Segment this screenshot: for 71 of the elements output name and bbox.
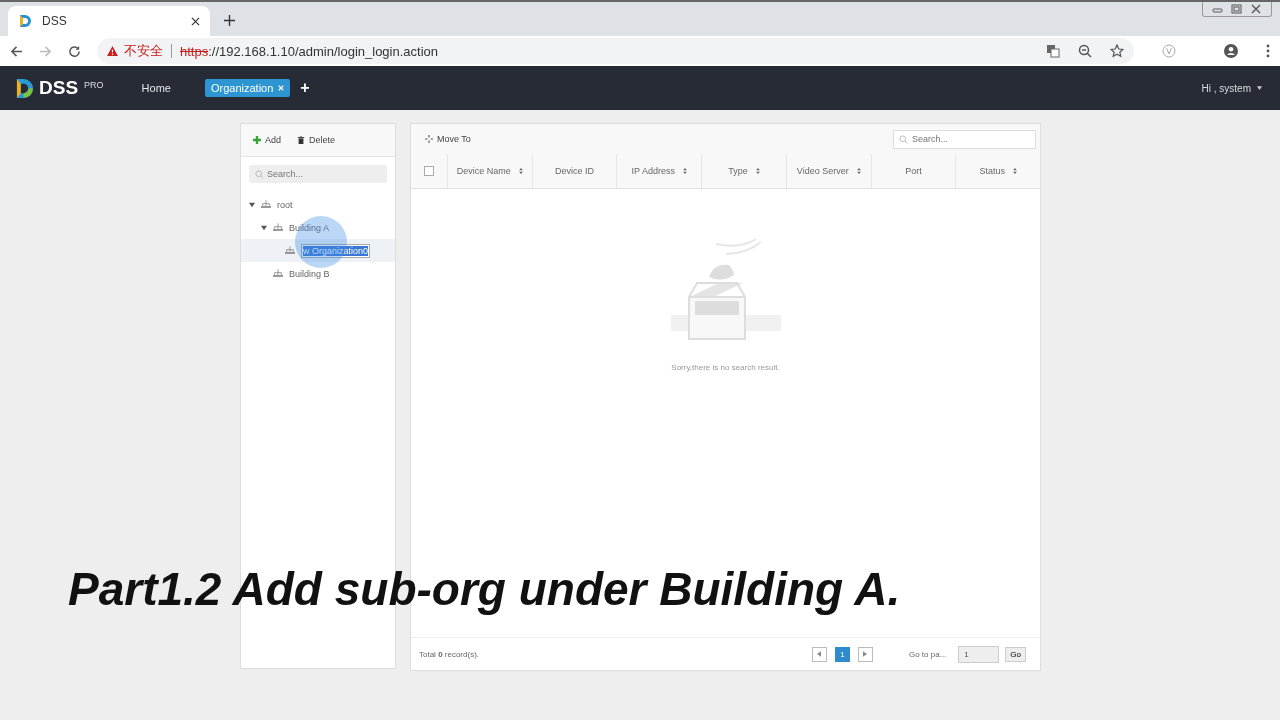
tab-title: DSS bbox=[42, 14, 68, 28]
menu-icon[interactable] bbox=[1266, 44, 1270, 58]
page-input[interactable]: 1 bbox=[958, 645, 1000, 663]
org-icon bbox=[261, 200, 271, 209]
translate-icon[interactable] bbox=[1046, 44, 1060, 58]
search-field[interactable]: Search... bbox=[893, 129, 1036, 149]
node-label: Building A bbox=[289, 222, 330, 233]
go-to-page-label: Go to pa... bbox=[908, 649, 947, 659]
logo-text: DSS bbox=[39, 77, 79, 99]
record-count: Total 0 record(s). bbox=[419, 649, 480, 659]
org-icon bbox=[273, 269, 283, 278]
caret-icon[interactable] bbox=[1257, 86, 1262, 90]
search-icon bbox=[899, 134, 908, 144]
right-arrow-icon bbox=[863, 651, 868, 657]
sort-icon[interactable] bbox=[856, 168, 861, 174]
new-tab-icon[interactable] bbox=[224, 15, 235, 26]
search-icon bbox=[255, 170, 264, 179]
tree-node[interactable]: Building B bbox=[241, 262, 395, 285]
zoom-out-icon[interactable] bbox=[1078, 44, 1092, 58]
add-button[interactable]: Add bbox=[253, 135, 281, 145]
security-label: 不安全 bbox=[124, 42, 163, 60]
browser-tab[interactable]: DSS bbox=[8, 6, 210, 36]
column-header[interactable]: Device ID bbox=[531, 154, 617, 188]
logo-icon bbox=[18, 14, 32, 28]
left-arrow-icon bbox=[817, 651, 822, 657]
tree-node[interactable]: Building A bbox=[241, 216, 395, 239]
column-header[interactable]: Port bbox=[870, 154, 956, 188]
move-to-button[interactable]: Move To bbox=[425, 134, 471, 144]
star-icon[interactable] bbox=[1110, 44, 1124, 58]
delete-button[interactable]: Delete bbox=[297, 135, 336, 145]
column-header[interactable]: Video Server bbox=[785, 154, 871, 188]
previous-page-button[interactable] bbox=[811, 646, 827, 662]
column-header[interactable]: Status bbox=[955, 154, 1041, 188]
next-page-button[interactable] bbox=[857, 646, 873, 662]
tree-node[interactable]: root bbox=[241, 193, 395, 216]
page-button[interactable]: 1 bbox=[834, 646, 850, 662]
expand-icon[interactable] bbox=[261, 224, 267, 231]
nav-tab[interactable]: Organization bbox=[204, 79, 291, 97]
empty-message: Sorry,there is no search result. bbox=[671, 363, 780, 372]
user-menu[interactable]: Hi , system bbox=[1201, 82, 1251, 94]
url-text: https://192.168.1.10/admin/login_login.action bbox=[180, 43, 439, 59]
go-button[interactable]: Go bbox=[1005, 646, 1026, 662]
sort-icon[interactable] bbox=[683, 168, 687, 174]
close-icon[interactable] bbox=[191, 16, 200, 26]
plus-icon bbox=[253, 136, 261, 144]
org-icon bbox=[273, 223, 283, 232]
node-label: Building B bbox=[289, 268, 330, 279]
column-header[interactable]: Type bbox=[701, 154, 786, 188]
expand-icon[interactable] bbox=[249, 201, 255, 208]
back-icon[interactable] bbox=[10, 44, 23, 58]
column-header[interactable]: Device Name bbox=[447, 154, 532, 188]
warning-icon bbox=[107, 46, 118, 56]
search-field[interactable]: Search... bbox=[249, 165, 387, 183]
address-bar[interactable]: 不安全 https://192.168.1.10/admin/login_login.action bbox=[97, 38, 1134, 64]
logo-suffix-text: PRO bbox=[84, 80, 104, 90]
sort-icon[interactable] bbox=[518, 168, 523, 174]
account-icon[interactable] bbox=[1224, 44, 1238, 58]
reload-icon[interactable] bbox=[68, 44, 81, 58]
node-label: root bbox=[277, 199, 293, 210]
logo-icon bbox=[16, 77, 33, 99]
move-icon bbox=[425, 135, 433, 143]
sort-icon[interactable] bbox=[1012, 168, 1017, 174]
select-all-checkbox[interactable] bbox=[424, 166, 434, 176]
sort-icon[interactable] bbox=[755, 168, 760, 174]
org-icon bbox=[285, 246, 295, 255]
nav-tab[interactable]: Home bbox=[135, 79, 177, 97]
column-header[interactable]: IP Address bbox=[616, 154, 702, 188]
trash-icon bbox=[297, 136, 305, 144]
video-caption: Part1.2 Add sub-org under Building A. bbox=[68, 562, 901, 616]
add-tab-button[interactable]: + bbox=[300, 79, 310, 97]
window-controls[interactable] bbox=[1202, 2, 1272, 17]
